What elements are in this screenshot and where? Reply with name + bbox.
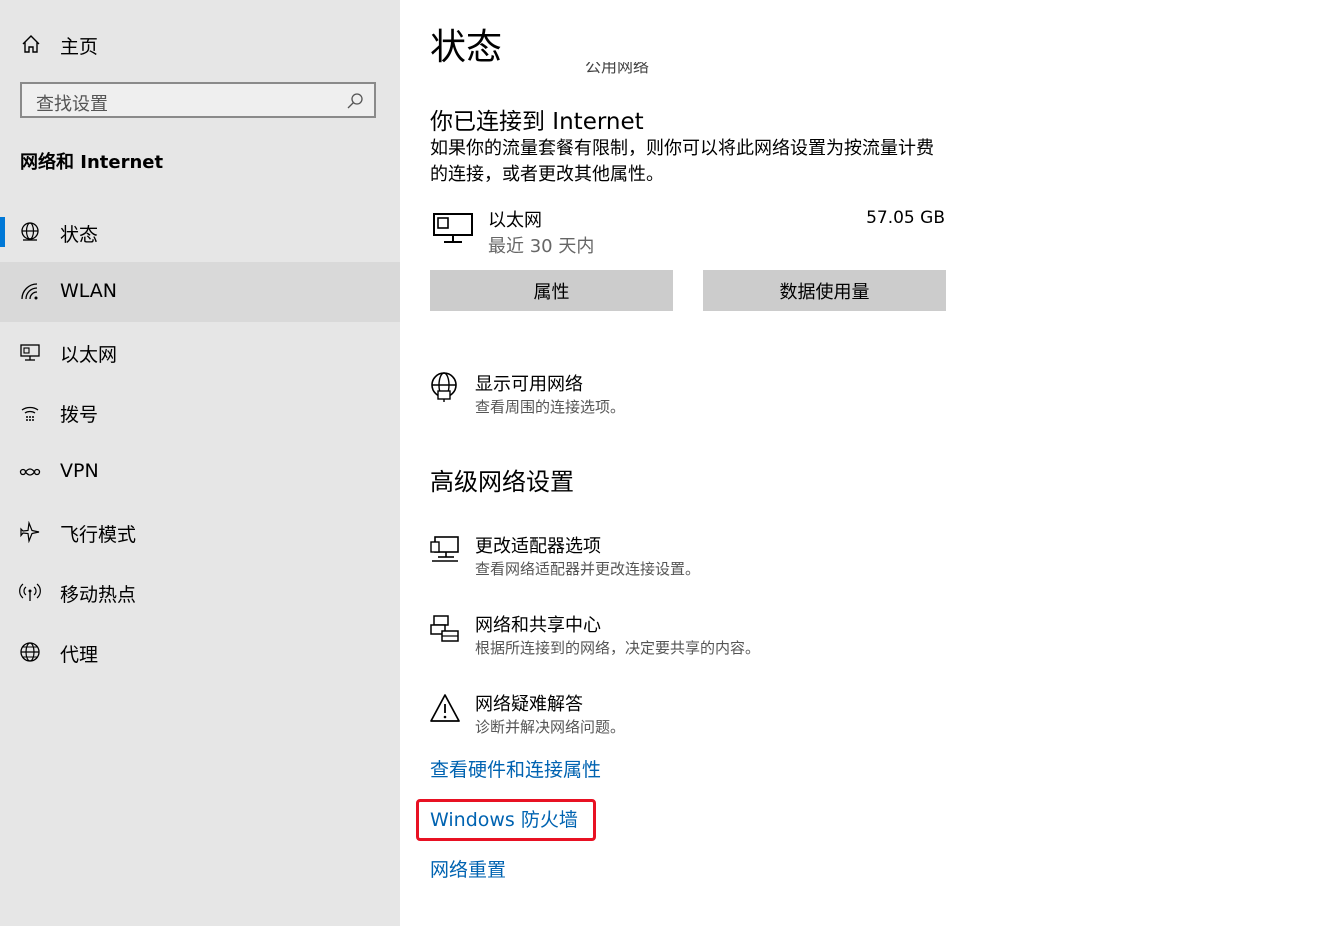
network-reset-link[interactable]: 网络重置 [430, 855, 506, 882]
ethernet-icon [20, 344, 40, 361]
globe-icon [20, 642, 40, 662]
sidebar-item-dialup[interactable]: 拨号 [0, 382, 400, 442]
connection-description: 如果你的流量套餐有限制，则你可以将此网络设置为按流量计费的连接，或者更改其他属性… [430, 138, 934, 185]
sidebar-item-label: 以太网 [60, 344, 118, 366]
sidebar-item-proxy[interactable]: 代理 [0, 622, 400, 682]
network-type-text: 公用网络 [585, 62, 650, 76]
hardware-properties-link[interactable]: 查看硬件和连接属性 [430, 755, 601, 782]
vpn-icon [19, 468, 41, 476]
airplane-icon [20, 521, 40, 543]
show-networks-subtitle: 查看周围的连接选项。 [475, 398, 626, 416]
sidebar-item-label: 状态 [60, 224, 99, 246]
main-content: 状态 公用网络 你已连接到 Internet 如果你的流量套餐有限制，则你可以将… [400, 0, 1330, 926]
home-icon [22, 35, 40, 53]
sidebar-item-label: 拨号 [60, 404, 99, 426]
sidebar-item-vpn[interactable]: VPN [0, 442, 400, 502]
adapter-period: 最近 30 天内 [488, 236, 595, 257]
network-type-label: 公用网络 [585, 62, 649, 76]
sidebar-item-label: 移动热点 [60, 584, 137, 606]
sharing-center-subtitle: 根据所连接到的网络，决定要共享的内容。 [475, 639, 761, 657]
warning-icon [430, 694, 460, 722]
data-usage-button[interactable]: 数据使用量 [703, 270, 946, 311]
properties-button[interactable]: 属性 [430, 270, 673, 311]
adapter-name: 以太网 [488, 210, 542, 231]
sharing-center-title[interactable]: 网络和共享中心 [475, 611, 601, 637]
dialup-icon [21, 406, 39, 421]
sidebar-item-ethernet[interactable]: 以太网 [0, 322, 400, 382]
sidebar-item-label: WLAN [60, 280, 118, 302]
troubleshoot-subtitle: 诊断并解决网络问题。 [475, 718, 626, 736]
sidebar-item-wlan[interactable]: WLAN [0, 262, 400, 322]
home-label: 主页 [60, 36, 99, 58]
sidebar-item-hotspot[interactable]: 移动热点 [0, 562, 400, 622]
search-icon[interactable] [346, 92, 364, 110]
sidebar-item-airplane[interactable]: 飞行模式 [0, 502, 400, 562]
wifi-icon [21, 283, 38, 300]
sharing-center-icon [430, 615, 459, 642]
firewall-link[interactable]: Windows 防火墙 [430, 805, 578, 832]
connection-heading: 你已连接到 Internet [430, 109, 644, 135]
sidebar-item-label: VPN [60, 460, 99, 482]
home-nav[interactable]: 主页 [0, 24, 400, 62]
advanced-heading: 高级网络设置 [430, 468, 574, 496]
sidebar-item-status[interactable]: 状态 [0, 202, 400, 262]
troubleshoot-title[interactable]: 网络疑难解答 [475, 690, 583, 716]
page-title: 状态 [430, 27, 503, 68]
globe-status-icon [21, 222, 39, 241]
adapter-icon [430, 536, 459, 562]
ethernet-computer-icon [433, 213, 473, 243]
sidebar: 主页 查找设置 网络和 Internet 状态 WLAN 以太网 拨号 VPN … [0, 0, 400, 926]
adapter-options-subtitle: 查看网络适配器并更改连接设置。 [475, 560, 701, 578]
adapter-options-title[interactable]: 更改适配器选项 [475, 532, 601, 558]
selection-indicator [0, 217, 5, 247]
hotspot-icon [19, 583, 41, 601]
sidebar-item-label: 代理 [60, 644, 99, 666]
globe-network-icon [431, 372, 457, 402]
adapter-usage: 57.05 GB [866, 208, 945, 228]
search-box[interactable]: 查找设置 [20, 82, 376, 118]
section-title: 网络和 Internet [20, 152, 164, 173]
show-networks-title[interactable]: 显示可用网络 [475, 370, 583, 396]
sidebar-item-label: 飞行模式 [60, 524, 137, 546]
search-input[interactable]: 查找设置 [36, 90, 108, 116]
